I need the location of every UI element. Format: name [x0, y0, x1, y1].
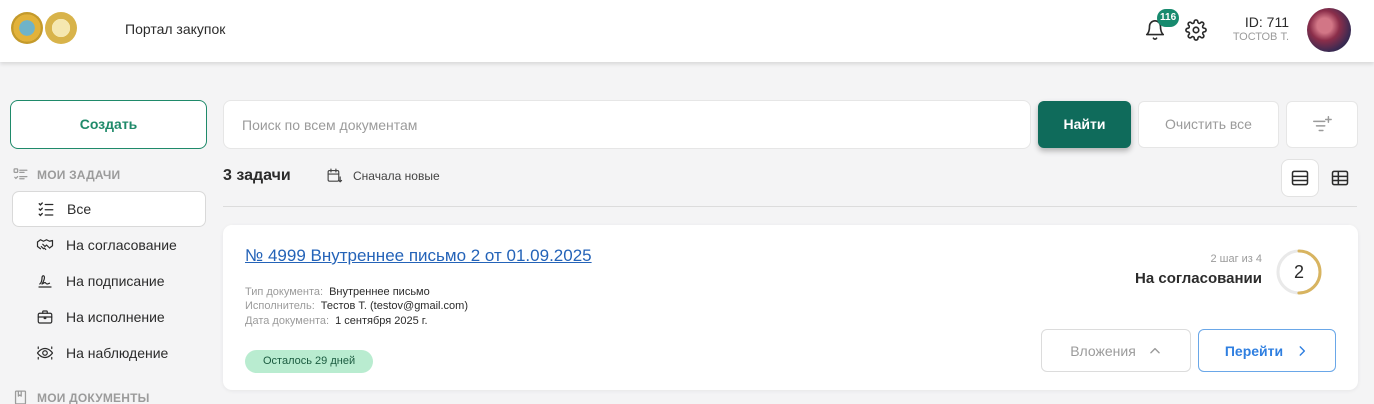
executor-label: Исполнитель: [245, 300, 315, 312]
sidebar-item-label: На подписание [66, 273, 165, 289]
calendar-sort-icon [327, 168, 343, 183]
sidebar-item-label: На наблюдение [66, 345, 169, 361]
attachments-label: Вложения [1070, 342, 1136, 359]
date-value: 1 сентября 2025 г. [335, 315, 428, 327]
doc-type-row: Тип документа: Внутреннее письмо [245, 286, 430, 298]
step-text: 2 шаг из 4 [1210, 253, 1262, 265]
filter-button[interactable] [1286, 101, 1358, 148]
task-count: 3 задачи [223, 167, 291, 184]
task-title-link[interactable]: № 4999 Внутреннее письмо 2 от 01.09.2025 [245, 246, 592, 266]
executor-value: Тестов Т. (testov@gmail.com) [320, 300, 468, 312]
divider [223, 206, 1357, 207]
logos [11, 12, 77, 44]
go-button[interactable]: Перейти [1198, 329, 1336, 372]
chevron-right-icon [1299, 345, 1306, 356]
sort-toggle[interactable]: Сначала новые [326, 167, 440, 184]
list-icon [38, 202, 54, 217]
clear-all-button[interactable]: Очистить все [1138, 101, 1279, 148]
briefcase-icon [37, 310, 53, 324]
list-view-button[interactable] [1281, 159, 1319, 197]
date-row: Дата документа: 1 сентября 2025 г. [245, 315, 428, 327]
doc-type-value: Внутреннее письмо [329, 286, 430, 298]
signature-icon [38, 275, 52, 288]
status-text: На согласовании [1135, 270, 1262, 287]
grid-view-button[interactable] [1321, 159, 1359, 197]
attachments-button[interactable]: Вложения [1041, 329, 1191, 372]
tasks-section-title: МОИ ЗАДАЧИ [12, 166, 120, 183]
portal-title: Портал закупок [125, 21, 226, 37]
doc-type-label: Тип документа: [245, 286, 324, 298]
portal-logo [45, 12, 77, 44]
gear-icon[interactable] [1185, 19, 1207, 41]
notification-badge: 116 [1157, 9, 1180, 27]
eye-icon [36, 346, 54, 360]
list-view-icon [1291, 170, 1309, 186]
executor-row: Исполнитель: Тестов Т. (testov@gmail.com) [245, 300, 468, 312]
bookmark-doc-icon [14, 390, 27, 404]
grid-view-icon [1331, 170, 1349, 186]
sidebar-item-label: На исполнение [66, 309, 165, 325]
sidebar-item-observation[interactable]: На наблюдение [12, 335, 206, 371]
search-input[interactable] [223, 100, 1031, 149]
sidebar-item-label: Все [67, 201, 92, 217]
sidebar-item-signing[interactable]: На подписание [12, 263, 206, 299]
handshake-icon [36, 239, 54, 251]
create-button[interactable]: Создать [10, 100, 207, 149]
sidebar-item-execution[interactable]: На исполнение [12, 299, 206, 335]
find-button[interactable]: Найти [1038, 101, 1131, 148]
task-card: № 4999 Внутреннее письмо 2 от 01.09.2025… [223, 225, 1358, 390]
documents-section-title: МОИ ДОКУМЕНТЫ [12, 389, 150, 404]
filter-add-icon [1313, 115, 1332, 131]
user-id: ID: 711 [1244, 14, 1289, 30]
task-list-icon [13, 168, 28, 180]
sidebar-item-label: На согласование [66, 237, 177, 253]
go-label: Перейти [1224, 342, 1284, 359]
chevron-up-icon [1149, 347, 1160, 353]
sort-label: Сначала новые [353, 168, 440, 183]
step-number: 2 [1293, 262, 1304, 282]
remaining-badge: Осталось 29 дней [245, 350, 374, 373]
avatar[interactable] [1307, 8, 1351, 52]
sidebar-item-approval[interactable]: На согласование [12, 227, 206, 263]
top-header: Портал закупок 116 ID: 711 ТОСТОВ Т. [0, 0, 1374, 62]
tasks-section-label: МОИ ЗАДАЧИ [37, 167, 121, 182]
sidebar-item-all[interactable]: Все [12, 191, 206, 227]
user-name: ТОСТОВ Т. [1232, 31, 1289, 43]
emblem-logo [11, 12, 43, 44]
date-label: Дата документа: [245, 315, 330, 327]
documents-section-label: МОИ ДОКУМЕНТЫ [37, 390, 150, 404]
